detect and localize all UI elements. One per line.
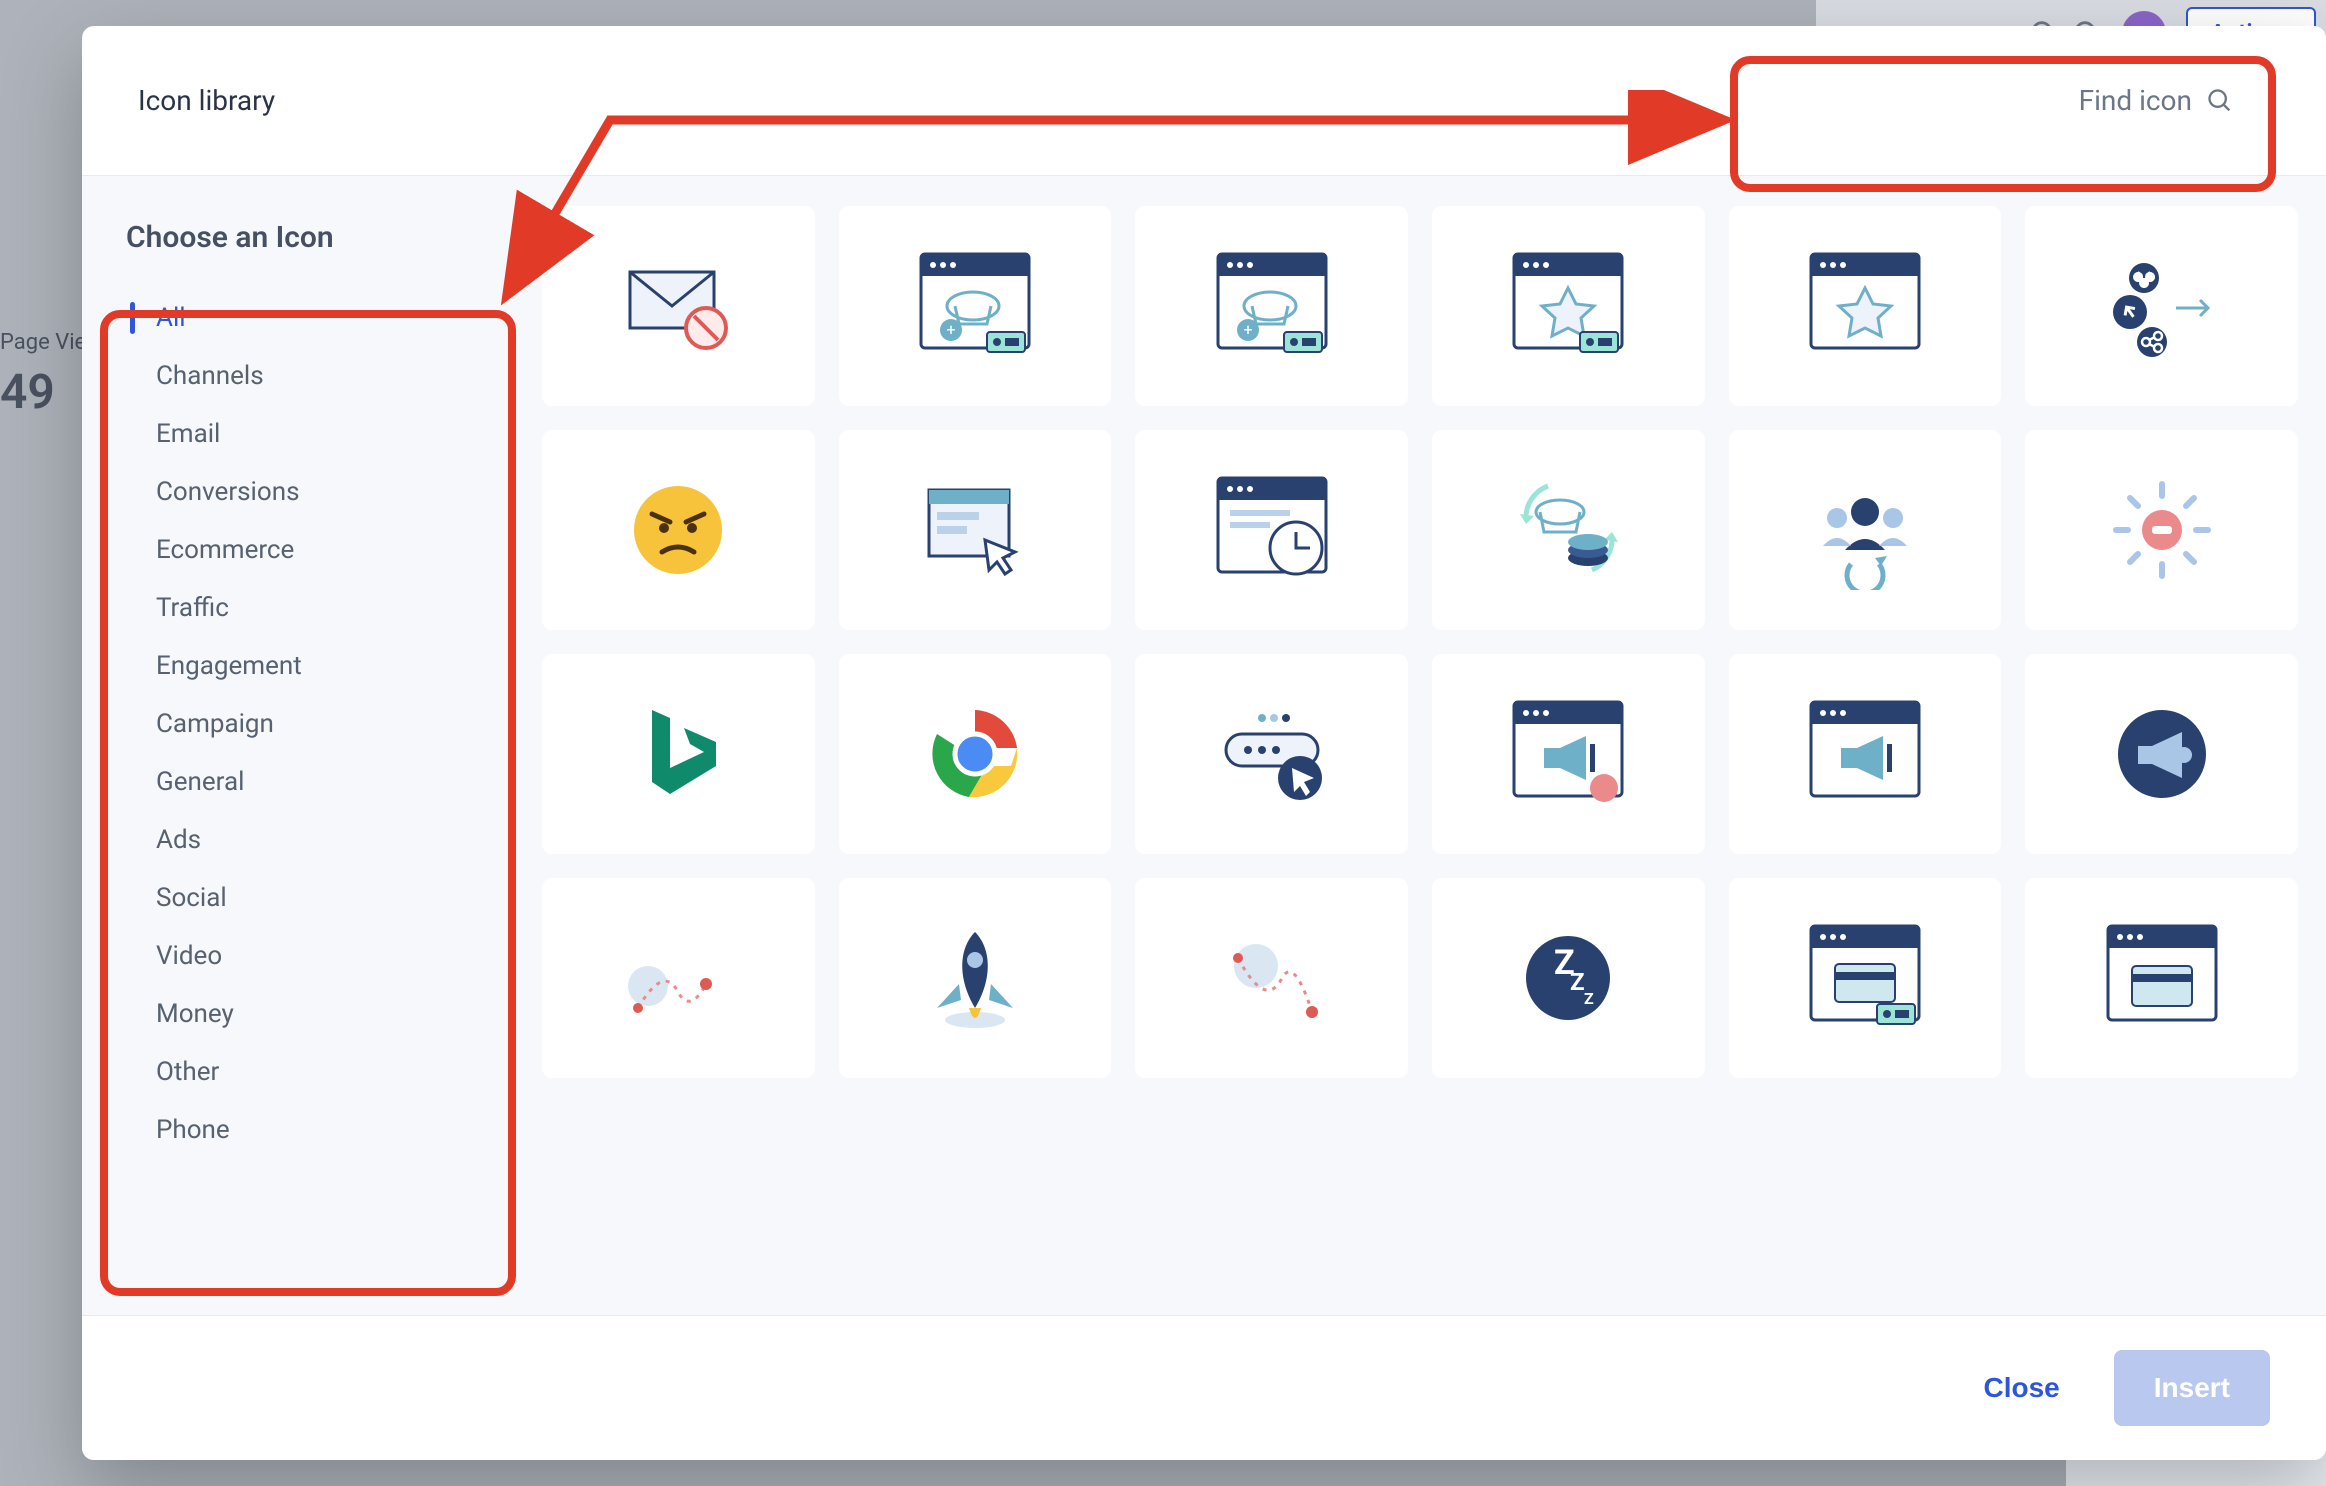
bing-logo-icon: [618, 694, 738, 814]
icon-tile-browser-card-icon[interactable]: [2025, 878, 2298, 1078]
icon-tile-angry-face-icon[interactable]: [542, 430, 815, 630]
modal-body: Choose an Icon AllChannelsEmailConversio…: [82, 176, 2326, 1315]
browser-campaign-alert-icon: [1508, 694, 1628, 814]
icon-tile-bounce-path-alt-icon[interactable]: [1135, 878, 1408, 1078]
browser-card-price-icon: [1805, 918, 1925, 1038]
category-sidebar: Choose an Icon AllChannelsEmailConversio…: [82, 176, 514, 1315]
browser-card-icon: [2102, 918, 2222, 1038]
category-item-ecommerce[interactable]: Ecommerce: [126, 521, 478, 579]
modal-title: Icon library: [138, 84, 275, 117]
icon-tile-browser-add-cart-icon[interactable]: [839, 206, 1112, 406]
icon-library-modal: Icon library Find icon Choose an Icon Al…: [82, 26, 2326, 1460]
icon-tile-bounce-path-icon[interactable]: [542, 878, 815, 1078]
icon-tile-browser-click-icon[interactable]: [839, 430, 1112, 630]
icon-grid: [542, 206, 2298, 1078]
bounce-path-alt-icon: [1212, 918, 1332, 1038]
angry-face-icon: [618, 470, 738, 590]
icon-tile-browser-favorite-price-icon[interactable]: [1432, 206, 1705, 406]
category-item-campaign[interactable]: Campaign: [126, 695, 478, 753]
category-item-email[interactable]: Email: [126, 405, 478, 463]
browser-clock-icon: [1212, 470, 1332, 590]
category-item-conversions[interactable]: Conversions: [126, 463, 478, 521]
icon-tile-browser-campaign-icon[interactable]: [1729, 654, 2002, 854]
rocket-launch-icon: [915, 918, 1035, 1038]
category-item-ads[interactable]: Ads: [126, 811, 478, 869]
search-input[interactable]: Find icon: [2043, 66, 2270, 135]
modal-header: Icon library Find icon: [82, 26, 2326, 176]
browser-add-cart-icon: [915, 246, 1035, 366]
search-icon: [2206, 87, 2234, 115]
icon-tile-chrome-logo-icon[interactable]: [839, 654, 1112, 854]
icon-tile-browser-clock-icon[interactable]: [1135, 430, 1408, 630]
icon-tile-browser-favorite-icon[interactable]: [1729, 206, 2002, 406]
category-item-other[interactable]: Other: [126, 1043, 478, 1101]
icon-tile-loading-stop-icon[interactable]: [2025, 430, 2298, 630]
background-left-metric: Page Vie 49: [0, 330, 86, 420]
browser-favorite-icon: [1805, 246, 1925, 366]
browser-favorite-price-icon: [1508, 246, 1628, 366]
category-item-channels[interactable]: Channels: [126, 347, 478, 405]
category-item-general[interactable]: General: [126, 753, 478, 811]
email-blocked-icon: [618, 246, 738, 366]
browser-click-icon: [915, 470, 1035, 590]
input-click-icon: [1212, 694, 1332, 814]
browser-campaign-icon: [1805, 694, 1925, 814]
modal-footer: Close Insert: [82, 1315, 2326, 1460]
loading-stop-icon: [2102, 470, 2222, 590]
browser-add-cart-alt-icon: [1212, 246, 1332, 366]
icon-tile-megaphone-circle-icon[interactable]: [2025, 654, 2298, 854]
category-item-money[interactable]: Money: [126, 985, 478, 1043]
social-share-arrow-icon: [2102, 246, 2222, 366]
cart-refresh-coins-icon: [1508, 470, 1628, 590]
icon-tile-cart-refresh-coins-icon[interactable]: [1432, 430, 1705, 630]
icon-tile-rocket-launch-icon[interactable]: [839, 878, 1112, 1078]
category-item-all[interactable]: All: [126, 289, 478, 347]
sidebar-heading: Choose an Icon: [126, 220, 478, 255]
icon-tile-browser-campaign-alert-icon[interactable]: [1432, 654, 1705, 854]
users-refresh-icon: [1805, 470, 1925, 590]
metric-label: Page Vie: [0, 330, 86, 355]
category-item-video[interactable]: Video: [126, 927, 478, 985]
icon-tile-browser-add-cart-alt-icon[interactable]: [1135, 206, 1408, 406]
close-button[interactable]: Close: [1960, 1354, 2084, 1422]
megaphone-circle-icon: [2102, 694, 2222, 814]
icon-tile-bing-logo-icon[interactable]: [542, 654, 815, 854]
category-item-phone[interactable]: Phone: [126, 1101, 478, 1159]
icon-tile-email-blocked-icon[interactable]: [542, 206, 815, 406]
category-item-engagement[interactable]: Engagement: [126, 637, 478, 695]
icon-grid-scroll[interactable]: [514, 176, 2326, 1315]
category-item-social[interactable]: Social: [126, 869, 478, 927]
bounce-path-icon: [618, 918, 738, 1038]
search-placeholder: Find icon: [2079, 84, 2192, 117]
icon-tile-social-share-arrow-icon[interactable]: [2025, 206, 2298, 406]
category-list: AllChannelsEmailConversionsEcommerceTraf…: [126, 289, 478, 1159]
icon-tile-sleep-zzz-icon[interactable]: [1432, 878, 1705, 1078]
metric-value: 49: [0, 363, 86, 420]
insert-button[interactable]: Insert: [2114, 1350, 2270, 1426]
sleep-zzz-icon: [1508, 918, 1628, 1038]
icon-tile-users-refresh-icon[interactable]: [1729, 430, 2002, 630]
category-item-traffic[interactable]: Traffic: [126, 579, 478, 637]
icon-tile-input-click-icon[interactable]: [1135, 654, 1408, 854]
chrome-logo-icon: [915, 694, 1035, 814]
icon-tile-browser-card-price-icon[interactable]: [1729, 878, 2002, 1078]
